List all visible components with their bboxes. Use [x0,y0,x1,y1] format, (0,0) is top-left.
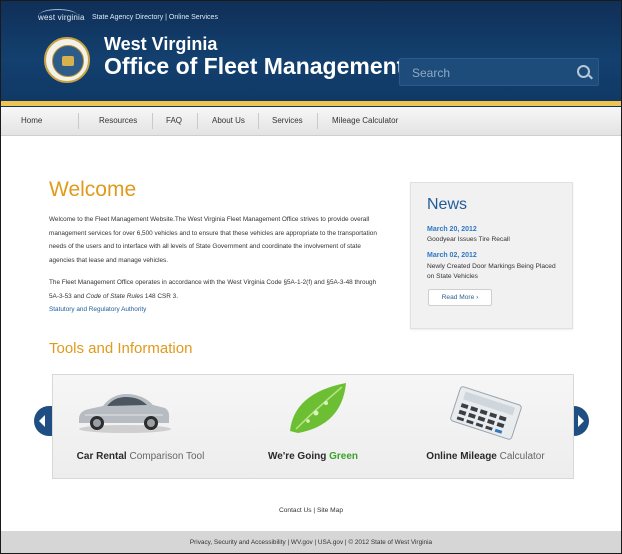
welcome-heading: Welcome [49,178,137,201]
nav-item-faq[interactable]: FAQ [166,116,182,125]
agency-directory-link[interactable]: State Agency Directory [92,14,163,21]
seal-inner [52,45,84,77]
nav-item-about-us[interactable]: About Us [212,116,245,125]
tile-label-rest: Calculator [496,451,545,462]
tools-heading: Tools and Information [49,340,193,357]
site-title-line2: Office of Fleet Management [104,53,405,79]
wvgov-link[interactable]: WV.gov [291,539,313,546]
news-item-text[interactable]: Newly Created Door Markings Being Placed… [427,262,557,281]
site-title[interactable]: West Virginia Office of Fleet Management [104,35,404,78]
nav-item-home[interactable]: Home [21,116,42,125]
tile-car-rental[interactable]: Car Rental Comparison Tool [53,375,228,478]
news-panel: News March 20, 2012 Goodyear Issues Tire… [410,182,573,329]
tile-going-green[interactable]: We're Going Green [228,375,398,478]
usagov-link[interactable]: USA.gov [318,539,343,546]
state-seal-icon[interactable] [44,37,90,83]
carousel-prev-button[interactable] [34,406,52,436]
chevron-left-icon [39,415,45,427]
read-more-button[interactable]: Read More › [428,289,492,306]
search-input[interactable] [410,64,564,82]
nav-divider [78,113,79,129]
search-icon[interactable] [577,65,590,78]
tile-mileage-calculator[interactable]: Online Mileage Calculator [398,375,573,478]
nav-divider [197,113,198,129]
car-icon [79,394,171,433]
tile-going-green-label: We're Going Green [228,451,398,462]
contact-us-link[interactable]: Contact Us [279,507,312,514]
tile-label-rest: Comparison Tool [126,451,205,462]
news-heading: News [427,196,468,213]
page: west virginia State Agency Directory | O… [0,0,622,554]
search-box [399,58,599,86]
logo-arc-icon [38,9,78,16]
site-title-line1: West Virginia [104,34,218,54]
news-item-text[interactable]: Goodyear Issues Tire Recall [427,235,557,245]
privacy-link[interactable]: Privacy, Security and Accessibility [190,539,286,546]
top-utility-nav: State Agency Directory | Online Services [92,14,218,21]
tile-label-bold: Online Mileage [426,451,497,462]
tile-label-bold: We're Going [268,451,330,462]
online-services-link[interactable]: Online Services [169,14,218,21]
nav-divider [317,113,318,129]
green-leaf-icon [290,383,346,433]
code-text-end: 148 CSR 3. [143,292,178,300]
chevron-right-icon [578,415,584,427]
tile-label-bold: Car Rental [76,451,127,462]
main-nav: Home Resources FAQ About Us Services Mil… [1,107,621,136]
nav-divider [152,113,153,129]
news-item-date[interactable]: March 20, 2012 [427,226,477,233]
welcome-body: Welcome to the Fleet Management Website.… [49,213,379,326]
welcome-paragraph-code: The Fleet Management Office operates in … [49,276,379,317]
nav-item-services[interactable]: Services [272,116,303,125]
tile-car-rental-label: Car Rental Comparison Tool [53,451,228,462]
nav-item-mileage-calculator[interactable]: Mileage Calculator [332,116,398,125]
wv-logo[interactable]: west virginia [38,9,85,22]
code-rules-title: Code of State Rules [85,292,144,300]
tile-label-rest: Green [329,451,358,462]
site-header: west virginia State Agency Directory | O… [1,1,621,107]
site-map-link[interactable]: Site Map [317,507,343,514]
footer-links: Contact Us | Site Map [1,507,621,514]
site-footer: Privacy, Security and Accessibility | WV… [1,531,621,553]
copyright-text: © 2012 State of West Virginia [348,539,433,546]
statutory-authority-link[interactable]: Statutory and Regulatory Authority [49,306,146,313]
tile-mileage-calculator-label: Online Mileage Calculator [398,451,573,462]
news-item-date[interactable]: March 02, 2012 [427,252,477,259]
nav-divider [258,113,259,129]
welcome-paragraph: Welcome to the Fleet Management Website.… [49,216,377,264]
tools-carousel: Car Rental Comparison Tool We're Going G… [52,374,574,479]
nav-item-resources[interactable]: Resources [99,116,137,125]
calculator-icon [450,386,522,440]
header-gold-rule [1,101,621,106]
